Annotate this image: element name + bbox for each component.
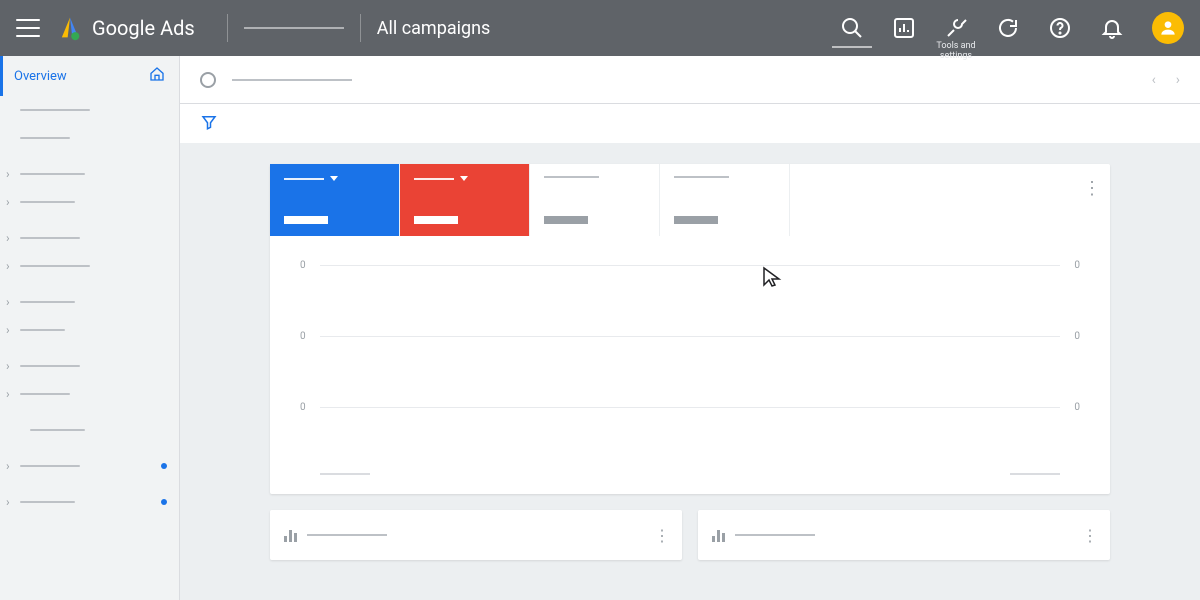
campaign-title-placeholder xyxy=(232,79,352,81)
main-content: ‹ › xyxy=(180,56,1200,600)
sidebar-item[interactable] xyxy=(0,160,179,188)
sidebar-item[interactable] xyxy=(0,488,179,516)
sidebar-item[interactable] xyxy=(0,96,179,124)
card-menu-icon[interactable]: ⋮ xyxy=(654,526,670,545)
card-title-placeholder xyxy=(307,534,387,536)
account-selector[interactable] xyxy=(244,27,344,29)
tools-label: Tools and settings xyxy=(936,42,975,62)
sidebar-item[interactable] xyxy=(0,288,179,316)
content-area: ⋮ 0 0 0 0 0 0 ⋮ xyxy=(180,144,1200,600)
bar-chart-icon xyxy=(712,528,725,542)
prev-button[interactable]: ‹ xyxy=(1152,72,1156,88)
app-header: Google Ads All campaigns Tools and setti… xyxy=(0,0,1200,56)
status-indicator[interactable] xyxy=(200,72,216,88)
card-menu-icon[interactable]: ⋮ xyxy=(1082,526,1098,545)
search-icon[interactable] xyxy=(840,16,864,40)
y-tick: 0 xyxy=(300,260,320,271)
tools-icon[interactable]: Tools and settings xyxy=(944,16,968,40)
chevron-down-icon xyxy=(330,176,338,181)
sidebar-item[interactable] xyxy=(0,380,179,408)
divider xyxy=(360,14,361,42)
filter-bar xyxy=(180,104,1200,144)
summary-card-1[interactable]: ⋮ xyxy=(270,510,682,560)
account-avatar[interactable] xyxy=(1152,12,1184,44)
y-tick: 0 xyxy=(300,331,320,342)
sidebar-item[interactable] xyxy=(0,252,179,280)
metric-value xyxy=(544,216,588,224)
sidebar-item[interactable] xyxy=(0,316,179,344)
y-tick-right: 0 xyxy=(1060,402,1080,413)
sidebar-item[interactable] xyxy=(0,452,179,480)
metrics-card: ⋮ 0 0 0 0 0 0 xyxy=(270,164,1110,494)
logo[interactable]: Google Ads xyxy=(56,14,211,42)
home-icon xyxy=(149,66,165,86)
metric-value xyxy=(414,216,458,224)
menu-button[interactable] xyxy=(16,19,40,37)
chevron-down-icon xyxy=(460,176,468,181)
sidebar-item[interactable] xyxy=(0,124,179,152)
filter-icon[interactable] xyxy=(200,113,218,135)
metric-tile-2[interactable] xyxy=(400,164,530,236)
metric-tile-4[interactable] xyxy=(660,164,790,236)
help-icon[interactable] xyxy=(1048,16,1072,40)
metric-tile-1[interactable] xyxy=(270,164,400,236)
sidebar-item-overview[interactable]: Overview xyxy=(0,56,179,96)
card-menu-icon[interactable]: ⋮ xyxy=(1083,178,1100,199)
x-axis xyxy=(300,473,1080,475)
sidebar-item[interactable] xyxy=(0,352,179,380)
next-button[interactable]: › xyxy=(1176,72,1180,88)
card-title-placeholder xyxy=(735,534,815,536)
y-tick-right: 0 xyxy=(1060,260,1080,271)
header-toolbar: Tools and settings xyxy=(840,12,1184,44)
metric-tile-3[interactable] xyxy=(530,164,660,236)
bar-chart-icon xyxy=(284,528,297,542)
product-name: Google Ads xyxy=(92,16,195,40)
google-ads-logo-icon xyxy=(56,14,84,42)
y-tick-right: 0 xyxy=(1060,331,1080,342)
reports-icon[interactable] xyxy=(892,16,916,40)
chart-area: 0 0 0 0 0 0 xyxy=(270,236,1110,494)
notifications-icon[interactable] xyxy=(1100,16,1124,40)
divider xyxy=(227,14,228,42)
sidebar-item[interactable] xyxy=(0,224,179,252)
sidebar-item[interactable] xyxy=(0,416,179,444)
notification-dot xyxy=(161,463,167,469)
refresh-icon[interactable] xyxy=(996,16,1020,40)
metric-tiles xyxy=(270,164,1110,236)
sidebar-item-label: Overview xyxy=(14,69,67,84)
y-tick: 0 xyxy=(300,402,320,413)
sidebar-item[interactable] xyxy=(0,188,179,216)
breadcrumb-title: All campaigns xyxy=(377,18,491,39)
sidebar: Overview xyxy=(0,56,180,600)
summary-card-2[interactable]: ⋮ xyxy=(698,510,1110,560)
metric-value xyxy=(284,216,328,224)
subheader: ‹ › xyxy=(180,56,1200,104)
metric-value xyxy=(674,216,718,224)
notification-dot xyxy=(161,499,167,505)
